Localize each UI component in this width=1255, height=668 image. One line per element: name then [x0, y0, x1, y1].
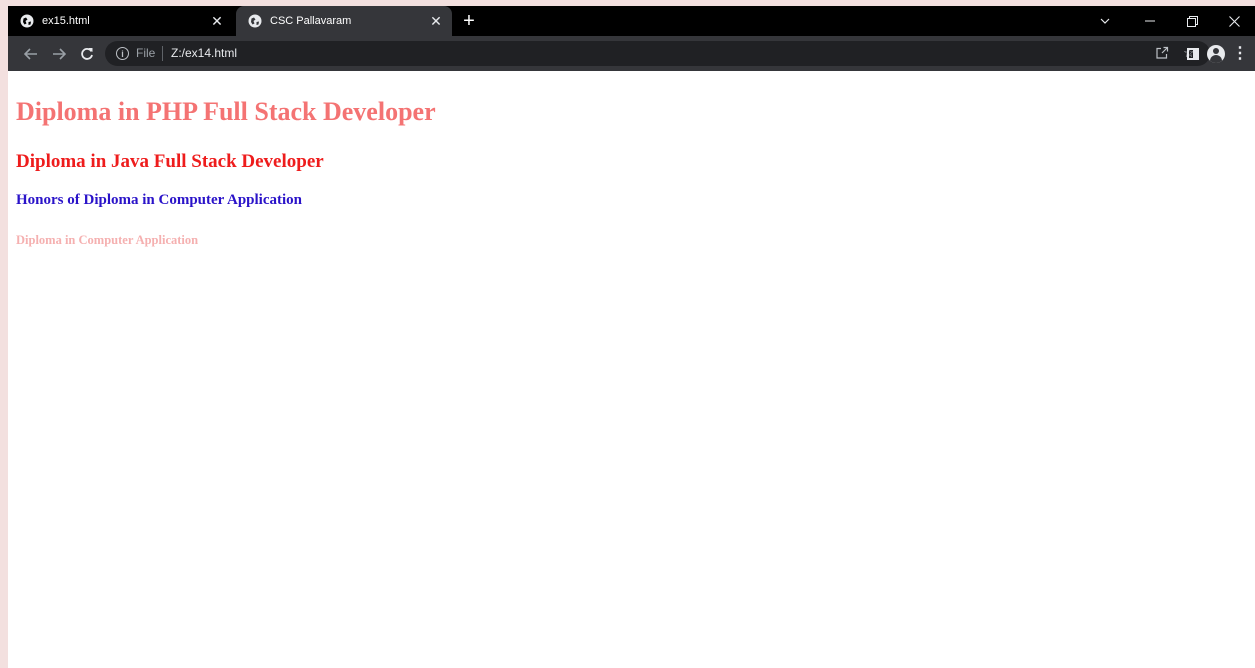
heading-dca: Diploma in Computer Application: [16, 233, 199, 247]
divider: [162, 46, 163, 61]
tab-strip: ex15.html ✕ CSC Pallavaram ✕ +: [8, 6, 1255, 36]
side-panel-icon[interactable]: [1183, 44, 1203, 64]
minimize-button[interactable]: [1132, 6, 1168, 36]
close-icon[interactable]: ✕: [428, 13, 444, 29]
close-window-button[interactable]: [1216, 6, 1252, 36]
tab-ex15[interactable]: ex15.html ✕: [8, 6, 233, 36]
heading-php-full-stack: Diploma in PHP Full Stack Developer: [16, 97, 436, 126]
tab-search-icon[interactable]: [1087, 6, 1123, 36]
info-icon[interactable]: i: [116, 47, 129, 60]
tab-title: CSC Pallavaram: [270, 15, 352, 27]
file-scheme-label: File: [136, 46, 156, 60]
restore-button[interactable]: [1174, 6, 1210, 36]
globe-icon: [248, 14, 262, 28]
globe-icon: [20, 14, 34, 28]
share-icon[interactable]: [1154, 45, 1170, 61]
heading-java-full-stack: Diploma in Java Full Stack Developer: [16, 151, 324, 172]
tab-title: ex15.html: [42, 15, 90, 27]
new-tab-button[interactable]: +: [458, 10, 480, 32]
url-text[interactable]: Z:/ex14.html: [171, 46, 237, 60]
forward-button[interactable]: [49, 44, 69, 64]
browser-toolbar: i File Z:/ex14.html ☆ ⋮: [8, 36, 1255, 71]
reload-button[interactable]: [77, 44, 97, 64]
menu-kebab-icon[interactable]: ⋮: [1230, 44, 1250, 64]
heading-honors-dca: Honors of Diploma in Computer Applicatio…: [16, 192, 303, 208]
close-icon[interactable]: ✕: [209, 13, 225, 29]
tab-csc-pallavaram[interactable]: CSC Pallavaram ✕: [236, 6, 452, 36]
address-bar[interactable]: i File Z:/ex14.html ☆: [105, 41, 1210, 66]
profile-avatar-icon[interactable]: [1206, 44, 1226, 64]
back-button[interactable]: [21, 44, 41, 64]
page-content: Diploma in PHP Full Stack Developer Dipl…: [8, 71, 1255, 668]
browser-window: ex15.html ✕ CSC Pallavaram ✕ + i File Z:…: [8, 6, 1255, 668]
